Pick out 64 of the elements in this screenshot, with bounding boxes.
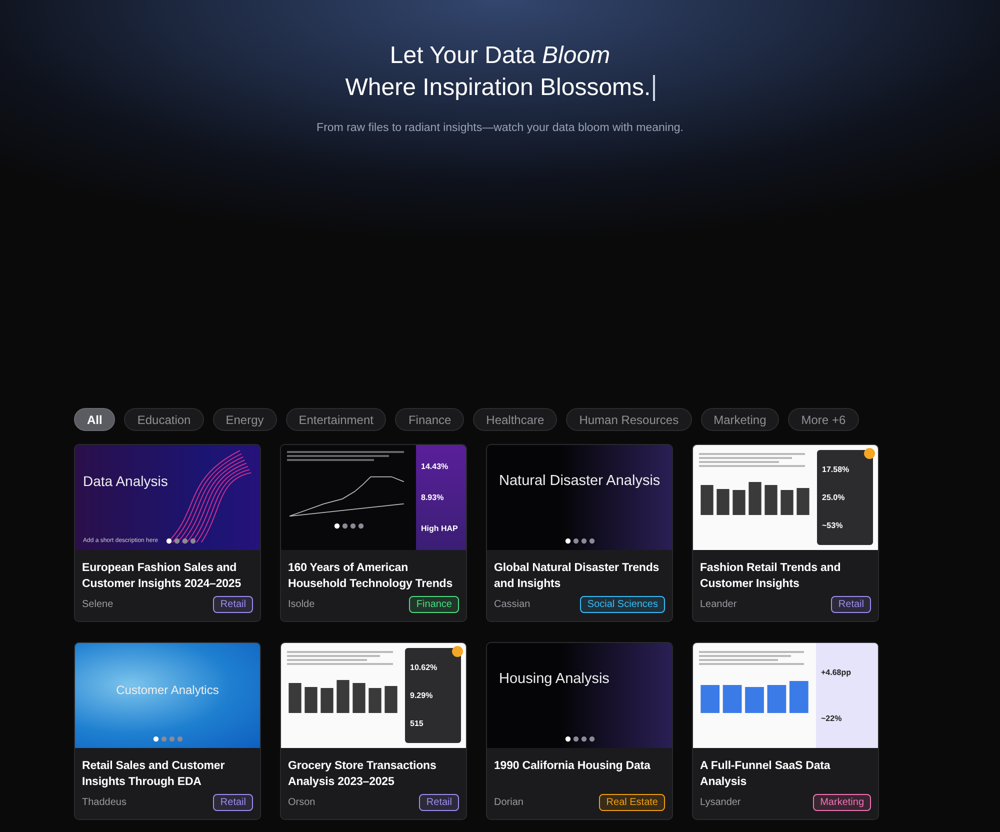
template-card[interactable]: Housing Analysis 1990 California Housing Data Dorian Real Estate [486,642,673,820]
card-title: Fashion Retail Trends and Customer Insights [700,561,842,592]
card-title: 1990 California Housing Data [494,759,652,774]
card-title: Retail Sales and Customer Insights Through EDA [82,759,226,790]
slide-preview[interactable]: Housing Analysis [487,643,672,748]
author-name: Selene [82,599,114,610]
filter-chip[interactable]: Human Resources [566,408,692,431]
template-card[interactable]: Customer Analytics Retail Sales and Customer Insights Through EDA Thaddeus Retail [74,642,261,820]
stat-value: 10.62% [410,663,438,672]
author-name: Dorian [494,797,524,808]
filter-chip[interactable]: All [74,408,116,431]
stat-value: ~53% [822,520,844,530]
category-tag: Real Estate [599,794,665,811]
filter-chip[interactable]: Entertainment [286,408,386,431]
author-name: Lysander [700,797,741,808]
card-title: A Full-Funnel SaaS Data Analysis [700,759,832,790]
slide-title: Natural Disaster Analysis [498,473,662,489]
subtitle: From raw files to radiant insights—watch your data bloom with meaning. [316,122,684,134]
card-title: European Fashion Sales and Customer Insights 2024–2025 [82,561,242,592]
template-card[interactable]: Natural Disaster Analysis Global Natural Disaster Trends and Insights Cassian Social Sciences [486,444,673,622]
filter-chip[interactable]: Education [124,408,204,431]
stat-value: 9.29% [410,690,434,700]
slide-preview[interactable]: 17.58% 25.0% ~53% [693,445,878,550]
filter-chip[interactable]: Healthcare [473,408,558,431]
author-name: Orson [288,797,316,808]
stat-value: ~22% [821,714,843,724]
slide-title: Customer Analytics [115,683,220,697]
template-card[interactable]: 17.58% 25.0% ~53% Fashion Retail Trends and Customer Insights Leander Retail [692,444,879,622]
category-tag: Retail [831,596,871,613]
stat-value: 515 [410,718,424,728]
stat-value: 14.43% [421,462,450,471]
stat-value: 17.58% [822,465,850,474]
headline: Let Your Data Bloom [390,41,610,71]
card-title: 160 Years of American Household Technology Trends [288,561,454,592]
stat-value: High HAP [421,524,459,533]
template-card[interactable]: +4.68pp ~22% A Full-Funnel SaaS Data Analysis Lysander Marketing [692,642,879,820]
slide-preview[interactable]: 14.43% 8.93% High HAP [281,445,466,550]
author-name: Leander [700,599,737,610]
filter-chip[interactable]: Finance [395,408,464,431]
filter-chip[interactable]: Marketing [700,408,780,431]
template-card[interactable]: 10.62% 9.29% 515 Grocery Store Transactions Analysis 2023–2025 Orson Retail [280,642,467,820]
slide-title: Housing Analysis [498,671,610,687]
filter-chip[interactable]: Energy [212,408,277,431]
slide-preview[interactable]: 10.62% 9.29% 515 [281,643,466,748]
slide-title: Data Analysis [82,473,169,489]
category-tag: Retail [419,794,459,811]
stat-value: 25.0% [822,492,846,502]
template-card[interactable]: 14.43% 8.93% High HAP 160 Years of American Household Technology Trends Isolde Finance [280,444,467,622]
category-tag: Retail [213,596,253,613]
category-tag: Finance [409,596,459,613]
stat-value: 8.93% [421,493,445,502]
author-name: Thaddeus [82,797,126,808]
category-tag: Marketing [813,794,871,811]
headline: Where Inspiration Blossoms. [345,73,651,103]
category-tag: Retail [213,794,253,811]
author-name: Isolde [288,599,315,610]
slide-preview[interactable]: +4.68pp ~22% [693,643,878,748]
category-tag: Social Sciences [580,596,665,613]
author-name: Cassian [494,599,530,610]
card-title: Global Natural Disaster Trends and Insights [494,561,660,592]
stat-value: +4.68pp [821,668,852,677]
slide-preview[interactable]: Natural Disaster Analysis [487,445,672,550]
filter-chip[interactable]: More +6 [788,408,859,431]
card-title: Grocery Store Transactions Analysis 2023–2025 [288,759,438,790]
